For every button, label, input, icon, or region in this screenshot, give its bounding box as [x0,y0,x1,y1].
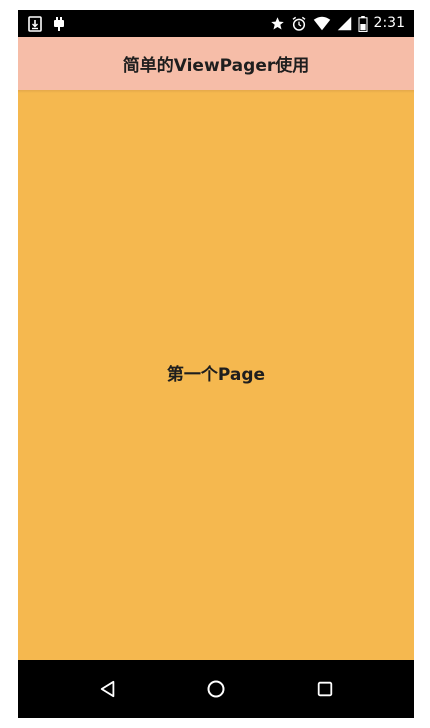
home-icon[interactable] [204,677,228,701]
page-label: 第一个Page [166,364,266,385]
app-title: 简单的ViewPager使用 [122,56,310,76]
view-pager[interactable]: 第一个Page [18,90,414,660]
signal-icon [337,16,352,31]
status-left-icons [28,10,66,37]
recents-icon[interactable] [313,677,337,701]
alarm-icon [291,16,307,32]
app-bar: 简单的ViewPager使用 [18,37,414,90]
back-icon[interactable] [96,677,120,701]
status-right-icons: 2:31 [270,10,405,37]
status-time: 2:31 [373,15,405,31]
battery-icon [358,15,368,32]
wifi-icon [313,16,331,31]
download-notification-icon [28,15,42,32]
star-icon [270,16,285,31]
status-bar: 2:31 [18,10,414,37]
android-debug-icon [52,16,66,32]
phone-screen: 2:31 简单的ViewPager使用 第一个Page [18,10,414,718]
navigation-bar [18,660,414,718]
